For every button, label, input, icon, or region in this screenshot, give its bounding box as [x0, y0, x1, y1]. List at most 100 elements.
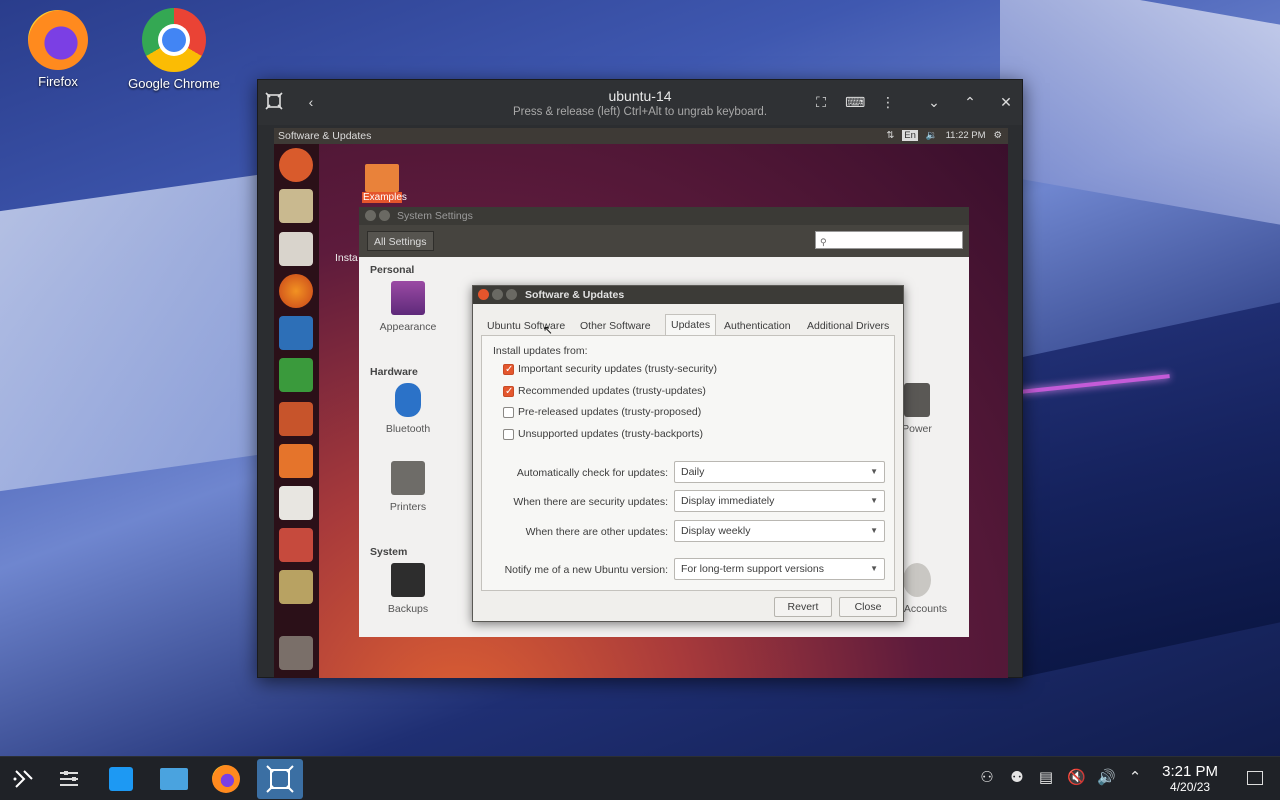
- power-icon: [904, 383, 930, 417]
- revert-button[interactable]: Revert: [774, 597, 832, 617]
- minimize-icon[interactable]: ⌄: [924, 92, 944, 112]
- keyboard-layout-indicator[interactable]: En: [902, 130, 918, 141]
- checkbox-label[interactable]: Unsupported updates (trusty-backports): [518, 428, 703, 440]
- folder-label: Examples: [362, 192, 407, 203]
- dash-icon[interactable]: [279, 148, 313, 182]
- backups-icon: [391, 563, 425, 597]
- mute-icon[interactable]: 🔇: [1067, 769, 1086, 787]
- software-center-icon[interactable]: [279, 444, 313, 478]
- auto-check-select[interactable]: Daily ▼: [674, 461, 885, 483]
- search-icon: ⚲: [820, 237, 827, 247]
- close-button[interactable]: Close: [839, 597, 897, 617]
- item-label: Printers: [389, 501, 427, 513]
- checkbox-label[interactable]: Recommended updates (trusty-updates): [518, 385, 706, 397]
- amazon-icon[interactable]: [279, 486, 313, 520]
- trash-icon[interactable]: [279, 636, 313, 670]
- settings-item-appearance[interactable]: Appearance: [368, 281, 448, 333]
- gear-icon[interactable]: ⚙: [993, 130, 1002, 141]
- chevron-down-icon: ▼: [870, 564, 878, 573]
- tab-updates[interactable]: Updates: [665, 314, 717, 337]
- close-icon[interactable]: [365, 210, 376, 221]
- settings-sliders-icon[interactable]: [50, 761, 88, 797]
- user-switch-icon[interactable]: ⚉: [1008, 769, 1026, 787]
- user-icon[interactable]: ⚇: [978, 769, 996, 787]
- mouse-cursor-icon: ↖: [543, 323, 554, 337]
- checkbox-prereleased-updates[interactable]: [503, 407, 514, 418]
- tab-ubuntu-software[interactable]: Ubuntu Software: [482, 316, 570, 336]
- tab-authentication[interactable]: Authentication: [719, 316, 796, 336]
- checkbox-label[interactable]: Pre-released updates (trusty-proposed): [518, 406, 701, 418]
- printer-icon: [391, 461, 425, 495]
- system-settings-icon[interactable]: [279, 528, 313, 562]
- chevron-up-icon[interactable]: ⌃: [1126, 769, 1144, 787]
- network-icon[interactable]: ⇅: [886, 130, 894, 141]
- checkbox-security-updates[interactable]: [503, 364, 514, 375]
- all-settings-button[interactable]: All Settings: [367, 231, 434, 251]
- partial-desktop-label: Insta: [335, 252, 358, 264]
- appearance-icon: [391, 281, 425, 315]
- tab-additional-drivers[interactable]: Additional Drivers: [802, 316, 894, 336]
- image-viewer-icon[interactable]: [279, 189, 313, 223]
- dialog-title: Software & Updates: [525, 289, 625, 301]
- desktop-icon-firefox[interactable]: Firefox: [8, 8, 108, 89]
- item-label: Appearance: [379, 321, 437, 333]
- firefox-launcher-icon[interactable]: [279, 274, 313, 308]
- category-personal: Personal: [370, 264, 415, 276]
- other-updates-select[interactable]: Display weekly ▼: [674, 520, 885, 542]
- keyboard-icon[interactable]: ⌨: [845, 92, 865, 112]
- system-settings-title: System Settings: [397, 210, 473, 222]
- security-updates-select[interactable]: Display immediately ▼: [674, 490, 885, 512]
- maximize-icon[interactable]: [506, 289, 517, 300]
- firefox-taskbar-icon[interactable]: [207, 761, 245, 797]
- other-updates-label: When there are other updates:: [525, 526, 668, 538]
- menu-dots-icon[interactable]: ⋮: [878, 92, 898, 112]
- minimize-icon[interactable]: [379, 210, 390, 221]
- impress-icon[interactable]: [279, 402, 313, 436]
- calc-icon[interactable]: [279, 358, 313, 392]
- show-desktop-icon[interactable]: [1245, 769, 1263, 787]
- discover-store-icon[interactable]: [102, 761, 140, 797]
- wallpaper-shape: [0, 168, 300, 492]
- settings-search-input[interactable]: ⚲: [815, 231, 963, 249]
- writer-icon[interactable]: [279, 316, 313, 350]
- vm-taskbar-icon[interactable]: [257, 759, 303, 799]
- vm-titlebar[interactable]: ‹ ubuntu-14 Press & release (left) Ctrl+…: [258, 80, 1022, 125]
- panel-clock[interactable]: 11:22 PM: [946, 130, 986, 141]
- clock-date: 4/20/23: [1170, 780, 1211, 794]
- settings-item-printers[interactable]: Printers: [368, 461, 448, 513]
- select-value: For long-term support versions: [681, 563, 824, 575]
- volume-icon[interactable]: 🔉: [926, 130, 938, 141]
- checkbox-recommended-updates[interactable]: [503, 386, 514, 397]
- chevron-down-icon: ▼: [870, 526, 878, 535]
- app-launcher-icon[interactable]: [4, 761, 42, 797]
- desktop-folder-examples[interactable]: Examples: [362, 164, 407, 203]
- firefox-icon: [28, 10, 88, 70]
- taskbar: ⚇ ⚉ ▤ 🔇 🔊 ⌃ 3:21 PM 4/20/23: [0, 756, 1280, 800]
- fullscreen-icon[interactable]: ⛶: [811, 92, 831, 112]
- close-icon[interactable]: ✕: [996, 92, 1016, 112]
- checkbox-label[interactable]: Important security updates (trusty-secur…: [518, 363, 717, 375]
- taskbar-clock[interactable]: 3:21 PM 4/20/23: [1162, 763, 1218, 794]
- install-from-label: Install updates from:: [493, 345, 588, 357]
- chevron-down-icon: ▼: [870, 496, 878, 505]
- minimize-icon[interactable]: [492, 289, 503, 300]
- volume-icon[interactable]: 🔊: [1097, 769, 1116, 787]
- desktop-icon-google-chrome[interactable]: Google Chrome: [124, 8, 224, 91]
- close-icon[interactable]: [478, 289, 489, 300]
- maximize-icon[interactable]: ⌃: [960, 92, 980, 112]
- guest-screen[interactable]: Software & Updates ⇅ En 🔉 11:22 PM ⚙ Exa…: [274, 128, 1008, 678]
- item-label: Backups: [387, 603, 429, 615]
- checkbox-unsupported-updates[interactable]: [503, 429, 514, 440]
- file-manager-icon[interactable]: [155, 761, 193, 797]
- system-settings-titlebar[interactable]: System Settings: [359, 207, 969, 225]
- settings-item-backups[interactable]: Backups: [368, 563, 448, 615]
- clipboard-icon[interactable]: ▤: [1037, 769, 1055, 787]
- dialog-titlebar[interactable]: Software & Updates: [473, 286, 903, 304]
- notify-version-select[interactable]: For long-term support versions ▼: [674, 558, 885, 580]
- software-updates-icon[interactable]: [279, 570, 313, 604]
- desktop-icon-label: Google Chrome: [128, 76, 220, 91]
- wallpaper-shape: [1020, 302, 1280, 678]
- files-icon[interactable]: [279, 232, 313, 266]
- settings-item-bluetooth[interactable]: Bluetooth: [368, 383, 448, 435]
- tab-other-software[interactable]: Other Software: [575, 316, 656, 336]
